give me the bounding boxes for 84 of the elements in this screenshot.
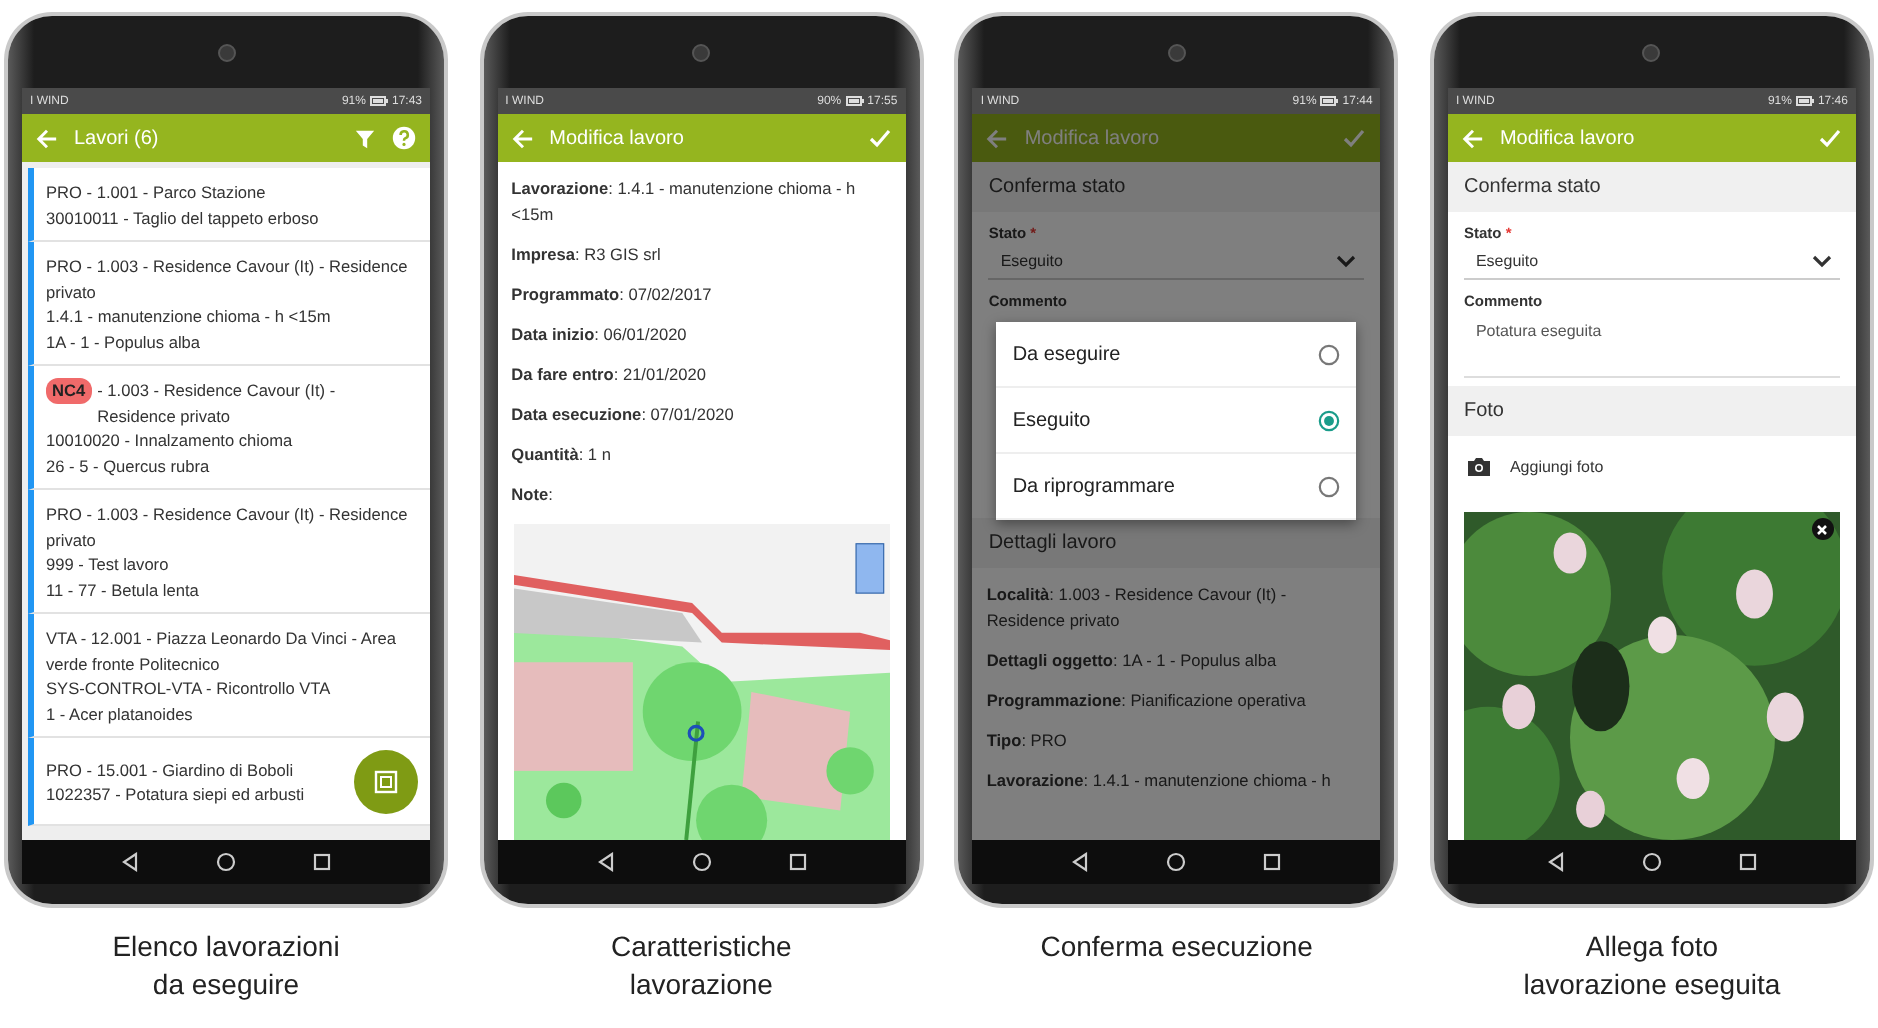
battery-icon (1795, 96, 1814, 106)
caption-text: Conferma esecuzione (1040, 928, 1313, 966)
status-select[interactable]: Eseguito (988, 242, 1365, 280)
caption-text: Caratteristiche lavorazione (611, 928, 792, 1004)
item-text: PRO - 1.003 - Residence Cavour (It) - Residence privato (46, 254, 410, 304)
status-option[interactable]: Da riprogrammare (996, 454, 1357, 520)
detail-text: Programmazione: Pianificazione operativa (984, 688, 1308, 714)
camera-lens (1642, 43, 1661, 61)
detail-text: Tipo: PRO (984, 728, 1069, 754)
battery-icon (369, 96, 388, 106)
screen-title: Modifica lavoro (1024, 127, 1162, 149)
status-option[interactable]: Eseguito (996, 388, 1357, 454)
section-header: Conferma stato (1447, 162, 1856, 212)
item-text: 26 - 5 - Quercus rubra (46, 453, 210, 478)
section-header: Conferma stato (972, 162, 1381, 212)
home-icon[interactable] (1166, 852, 1187, 872)
detail-text: Lavorazione: 1.4.1 - manutenzione chioma - h <15m (509, 176, 858, 228)
check-icon[interactable] (867, 126, 892, 150)
recents-icon[interactable] (312, 852, 332, 872)
battery-icon (1320, 96, 1339, 106)
back-icon[interactable] (1545, 852, 1566, 872)
add-photo-button[interactable]: Aggiungi foto (1447, 436, 1856, 496)
screen-title: Lavori (6) (74, 127, 161, 149)
detail-text: Data inizio: 06/01/2020 (509, 322, 689, 348)
item-text: PRO - 1.003 - Residence Cavour (It) - Residence privato (46, 502, 410, 552)
recents-icon[interactable] (1262, 852, 1283, 872)
square-icon (374, 770, 398, 794)
back-icon[interactable] (120, 852, 140, 872)
detail-text: Data esecuzione: 07/01/2020 (509, 402, 736, 428)
check-icon[interactable] (1817, 126, 1842, 150)
camera-lens (692, 43, 711, 61)
work-item[interactable]: PRO - 1.003 - Residence Cavour (It) - Residence privato 999 - Test lavoro 11 - 77 - Betula lenta (28, 490, 430, 614)
nc-badge: NC4 (46, 378, 92, 403)
section-header: Dettagli lavoro (972, 518, 1381, 568)
detail-text: Località: 1.003 - Residence Cavour (It) - Residence privato (984, 582, 1289, 634)
detail-text: Dettagli oggetto: 1A - 1 - Populus alba (984, 648, 1279, 674)
chevron-down-icon (1811, 254, 1832, 268)
item-text: 30010011 - Taglio del tappeto erboso (46, 205, 319, 230)
item-text: 10010020 - Innalzamento chioma (46, 428, 293, 453)
back-icon[interactable] (595, 852, 616, 872)
chevron-down-icon (1336, 254, 1357, 268)
home-icon[interactable] (1641, 852, 1662, 872)
caption-text: Allega foto lavorazione eseguita (1523, 928, 1781, 1004)
detail-text: Lavorazione: 1.4.1 - manutenzione chioma - h (984, 768, 1333, 794)
camera-icon (1467, 456, 1490, 476)
detail-text: Impresa: R3 GIS srl (509, 242, 663, 268)
item-text: 1A - 1 - Populus alba (46, 329, 201, 354)
detail-text: Da fare entro: 21/01/2020 (509, 362, 708, 388)
item-text: PRO - 1.001 - Parco Stazione (46, 180, 266, 205)
caption-text: Elenco lavorazioni da eseguire (112, 928, 340, 1004)
screen-title: Modifica lavoro (1499, 127, 1637, 149)
back-icon[interactable] (1070, 852, 1091, 872)
detail-text: Note: (509, 482, 555, 508)
camera-lens (1167, 43, 1186, 61)
camera-lens (217, 43, 235, 61)
comment-field[interactable]: Potatura eseguita (1463, 310, 1840, 378)
status-select[interactable]: Eseguito (1463, 242, 1840, 280)
screen-title: Modifica lavoro (549, 127, 686, 149)
item-text: 1 - Acer platanoides (46, 701, 193, 726)
item-text: VTA - 12.001 - Piazza Leonardo Da Vinci - Area verde fronte Politecnico (46, 626, 398, 676)
battery-icon (845, 96, 864, 106)
section-header: Foto (1447, 386, 1856, 436)
check-icon[interactable] (1342, 126, 1367, 150)
item-text: 11 - 77 - Betula lenta (46, 577, 199, 602)
item-text: - 1.003 - Residence Cavour (It) - Residence privato (97, 378, 338, 428)
work-item[interactable]: PRO - 1.001 - Parco Stazione 30010011 - Taglio del tappeto erboso (28, 168, 430, 242)
detail-text: Quantità: 1 n (509, 442, 613, 468)
work-item[interactable]: PRO - 1.003 - Residence Cavour (It) - Residence privato 1.4.1 - manutenzione chioma - h <15m 1A - 1 - Populus alba (28, 242, 430, 366)
floating-action-button[interactable] (354, 750, 418, 814)
item-text: 1022357 - Potatura siepi ed arbusti (46, 782, 305, 807)
recents-icon[interactable] (1737, 852, 1758, 872)
close-icon (1816, 523, 1829, 535)
detail-text: Programmato: 07/02/2017 (509, 282, 714, 308)
work-item[interactable]: NC4 - 1.003 - Residence Cavour (It) - Residence privato 10010020 - Innalzamento chioma 26 - 5 - Quercus rubra (28, 366, 430, 490)
home-icon[interactable] (691, 852, 712, 872)
item-text: 999 - Test lavoro (46, 552, 169, 577)
item-text: PRO - 15.001 - Giardino di Boboli (46, 757, 294, 782)
home-icon[interactable] (216, 852, 236, 872)
item-text: 1.4.1 - manutenzione chioma - h <15m (46, 304, 331, 329)
status-option[interactable]: Da eseguire (996, 322, 1357, 388)
work-item[interactable]: VTA - 12.001 - Piazza Leonardo Da Vinci - Area verde fronte Politecnico SYS-CONTROL-VTA - Ricontrollo VTA 1 - Acer platanoides (28, 614, 430, 738)
recents-icon[interactable] (787, 852, 808, 872)
work-item[interactable]: PRO - 15.001 - Giardino di Boboli 1022357 - Potatura siepi ed arbusti (28, 738, 430, 826)
item-text: SYS-CONTROL-VTA - Ricontrollo VTA (46, 676, 331, 701)
